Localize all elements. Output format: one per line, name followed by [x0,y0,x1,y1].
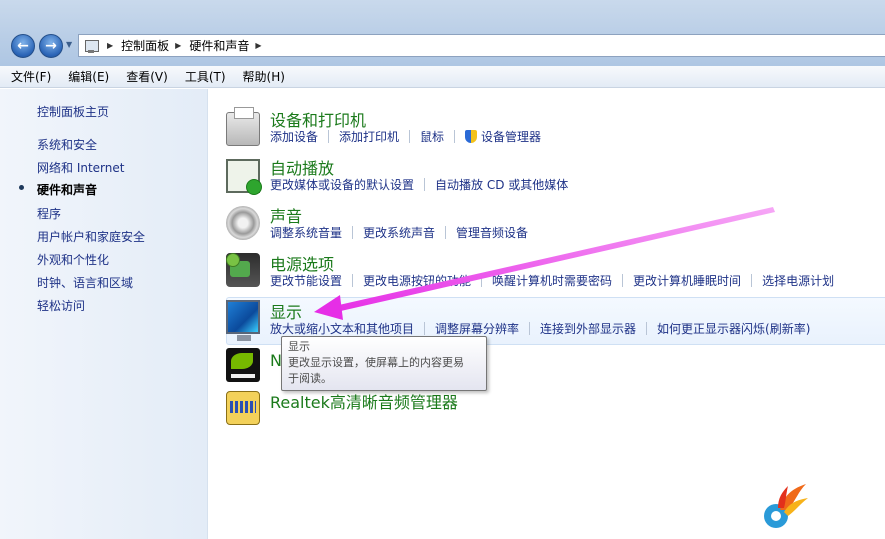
annotation-arrow [314,207,775,320]
watermark-logo-icon [764,484,808,528]
arrow-shaft [330,207,775,313]
arrow-head-icon [314,295,343,320]
